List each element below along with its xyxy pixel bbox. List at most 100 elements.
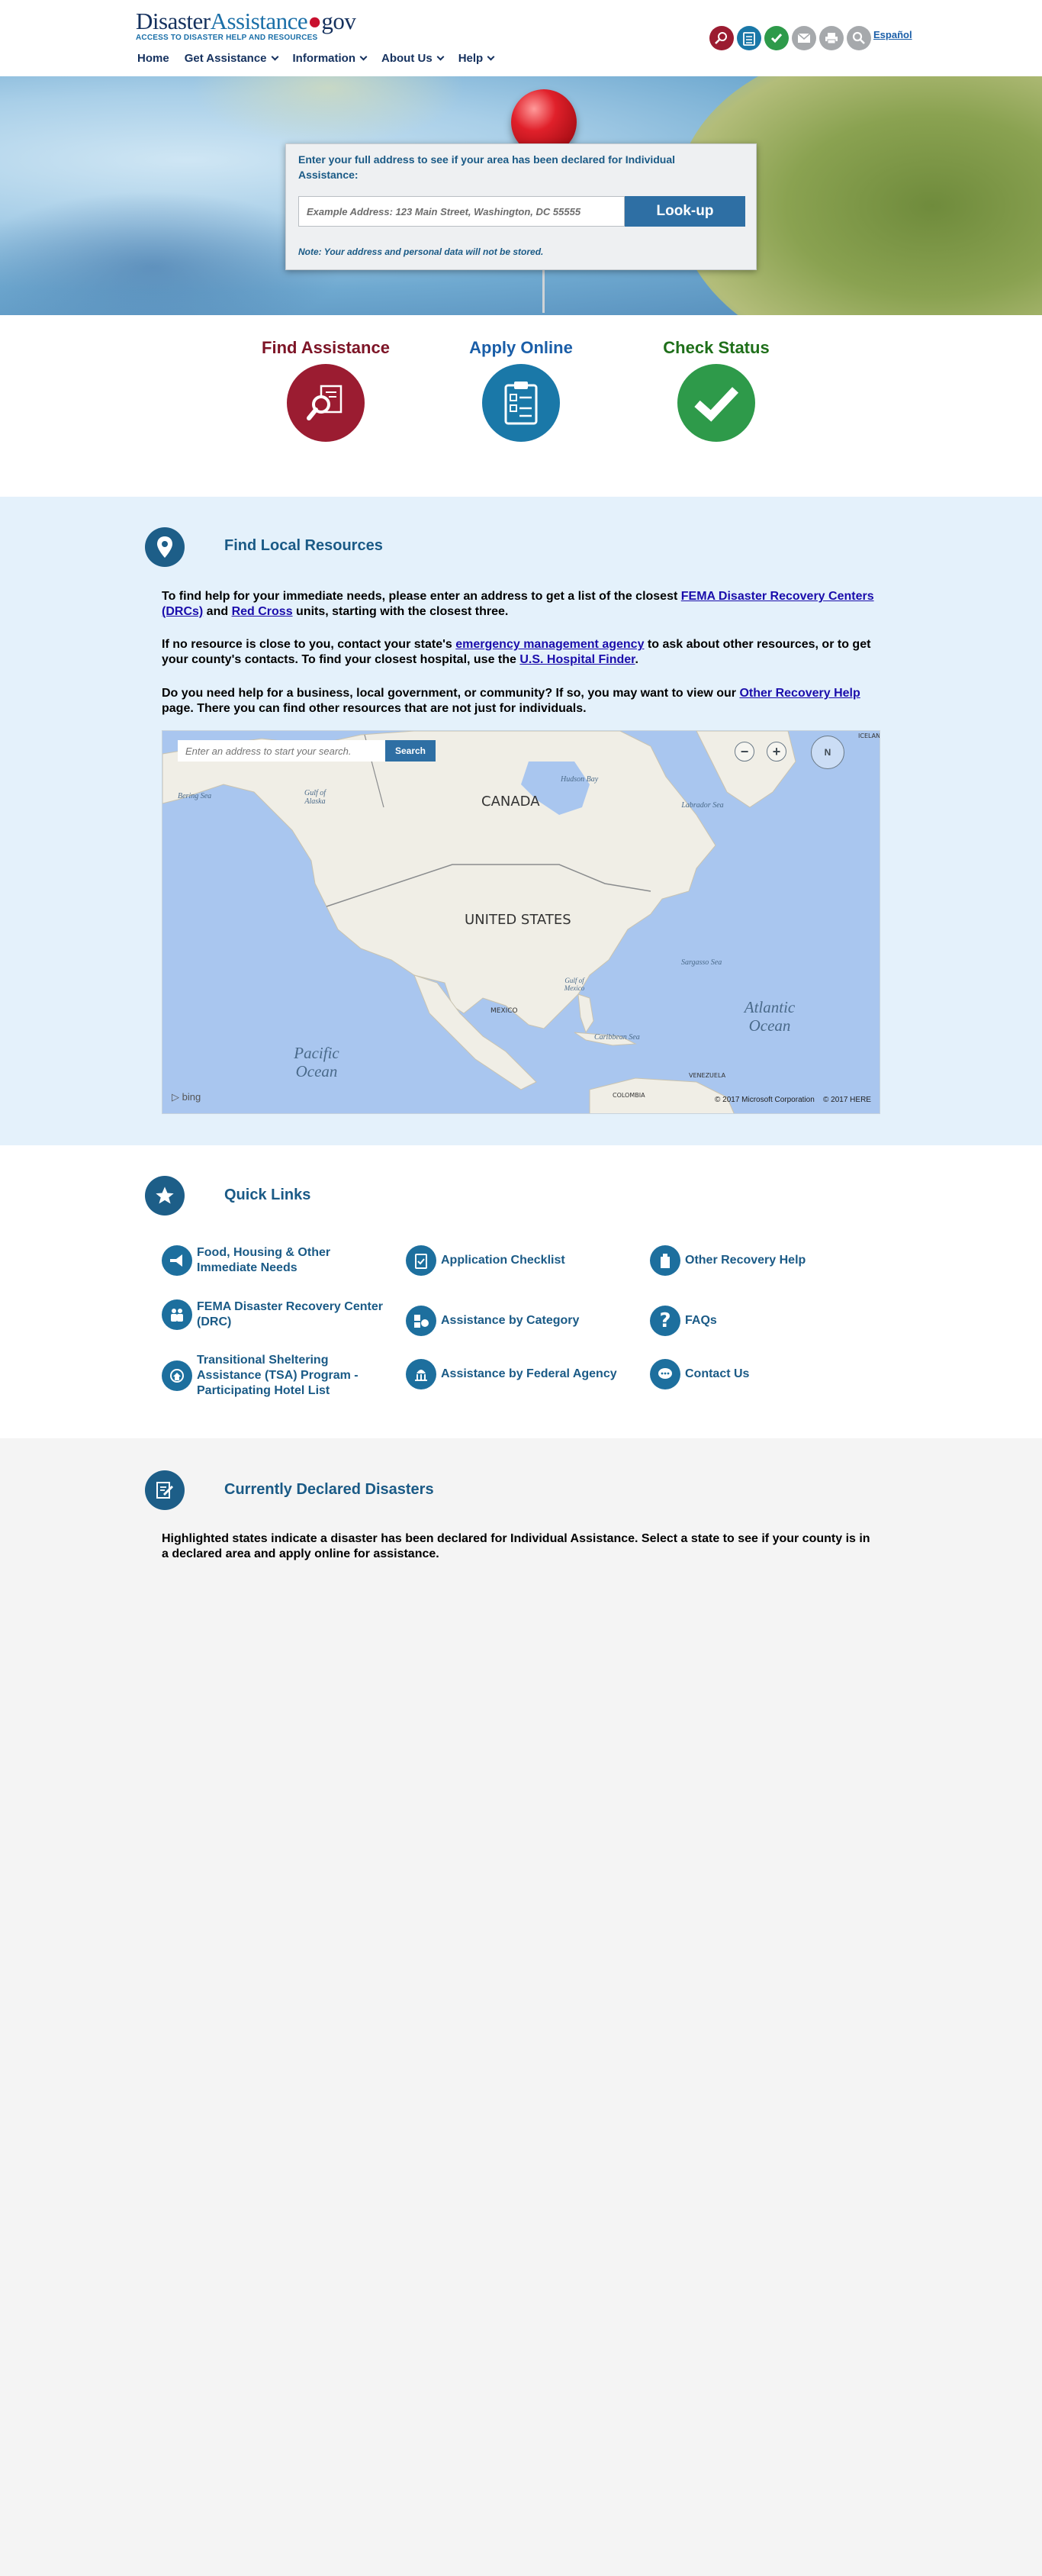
map-label-colombia: COLOMBIA	[613, 1092, 645, 1099]
find-assistance-icon[interactable]	[709, 26, 734, 50]
nav-get-assistance[interactable]: Get Assistance	[185, 52, 278, 65]
search-icon[interactable]	[847, 26, 871, 50]
quick-links-section: Quick Links Food, Housing & Other Immedi…	[0, 1145, 1042, 1438]
map-copyright-microsoft: © 2017 Microsoft Corporation	[715, 1096, 815, 1104]
map-label-sargasso-sea: Sargasso Sea	[681, 958, 722, 967]
quick-link-tsa-program[interactable]: Transitional Sheltering Assistance (TSA)…	[162, 1353, 391, 1399]
emergency-management-agency-link[interactable]: emergency management agency	[455, 638, 644, 651]
shelter-icon	[162, 1360, 192, 1391]
category-icon	[406, 1306, 436, 1336]
chevron-down-icon	[271, 53, 278, 61]
site-header: DisasterAssistance●gov ACCESS TO DISASTE…	[0, 0, 1042, 76]
logo-part-disaster: Disaster	[136, 8, 211, 34]
quick-link-label: Transitional Sheltering Assistance (TSA)…	[197, 1354, 359, 1397]
nav-get-assistance-label: Get Assistance	[184, 52, 267, 65]
zoom-out-icon[interactable]: −	[735, 742, 754, 762]
quick-link-food-housing[interactable]: Food, Housing & Other Immediate Needs	[162, 1245, 391, 1276]
quick-link-faqs[interactable]: ? FAQs	[650, 1306, 879, 1336]
espanol-link[interactable]: Español	[873, 29, 912, 40]
map-label-venezuela: VENEZUELA	[689, 1072, 726, 1079]
hospital-finder-link[interactable]: U.S. Hospital Finder	[519, 653, 635, 666]
local-paragraph-3: Do you need help for a business, local g…	[162, 686, 879, 716]
print-icon[interactable]	[819, 26, 844, 50]
compass-label: N	[824, 747, 831, 758]
quick-link-other-recovery-help[interactable]: Other Recovery Help	[650, 1245, 879, 1276]
zoom-in-icon[interactable]: +	[767, 742, 786, 762]
lookup-prompt: Enter your full address to see if your a…	[298, 153, 676, 181]
compass-icon[interactable]: N	[811, 736, 844, 769]
address-input[interactable]	[298, 196, 625, 227]
check-status-action[interactable]: Check Status	[625, 338, 808, 442]
check-status-icon[interactable]	[764, 26, 789, 50]
star-icon	[145, 1176, 185, 1216]
map-label-labrador-sea: Labrador Sea	[681, 801, 724, 810]
map-label-iceland: ICELAND	[858, 733, 880, 739]
nav-about-us[interactable]: About Us	[381, 52, 445, 65]
nav-information-label: Information	[292, 52, 356, 65]
quick-link-label: Assistance by Category	[441, 1314, 580, 1327]
quick-link-label: FEMA Disaster Recovery Center (DRC)	[197, 1300, 383, 1328]
quick-link-assistance-by-category[interactable]: Assistance by Category	[406, 1306, 635, 1336]
primary-actions: Find Assistance Apply Online Check Statu…	[0, 315, 1042, 497]
email-icon[interactable]	[792, 26, 816, 50]
p1-text-a: To find help for your immediate needs, p…	[162, 590, 681, 603]
quick-link-label: Assistance by Federal Agency	[441, 1367, 617, 1380]
nav-information[interactable]: Information	[292, 52, 368, 65]
find-assistance-icon[interactable]	[287, 364, 365, 442]
apply-online-icon[interactable]	[737, 26, 761, 50]
privacy-note: Note: Your address and personal data wil…	[298, 246, 544, 257]
find-assistance-action[interactable]: Find Assistance	[234, 338, 417, 442]
address-lookup-panel: Enter your full address to see if your a…	[285, 143, 757, 270]
quick-link-label: Contact Us	[685, 1367, 750, 1380]
logo-wordmark: DisasterAssistance●gov	[136, 8, 356, 35]
map-copyright-here: © 2017 HERE	[823, 1096, 871, 1104]
logo-part-assistance: Assistance	[210, 8, 308, 34]
find-assistance-label: Find Assistance	[262, 338, 390, 357]
people-icon	[162, 1299, 192, 1330]
location-pin-icon	[145, 527, 185, 567]
building-icon	[650, 1245, 680, 1276]
red-cross-link[interactable]: Red Cross	[232, 605, 293, 618]
nav-help[interactable]: Help	[458, 52, 495, 65]
document-edit-icon	[145, 1470, 185, 1510]
quick-link-contact-us[interactable]: Contact Us	[650, 1359, 879, 1389]
declared-disasters-title: Currently Declared Disasters	[224, 1481, 434, 1498]
p1-text-c: units, starting with the closest three.	[292, 605, 509, 618]
bing-label: bing	[182, 1091, 201, 1103]
check-status-icon[interactable]	[677, 364, 755, 442]
apply-online-action[interactable]: Apply Online	[429, 338, 613, 442]
map-label-hudson-bay: Hudson Bay	[561, 775, 599, 784]
capitol-icon	[406, 1359, 436, 1389]
megaphone-icon	[162, 1245, 192, 1276]
map-search-button[interactable]: Search	[385, 740, 436, 762]
find-local-resources-title: Find Local Resources	[224, 537, 383, 554]
map-label-bering-sea: Bering Sea	[178, 792, 212, 800]
other-recovery-help-link[interactable]: Other Recovery Help	[739, 687, 860, 700]
resource-map[interactable]: Search − + N CANADA UNITED STATES MEXICO…	[162, 730, 880, 1114]
nav-about-us-label: About Us	[381, 52, 433, 65]
declared-disasters-section: Currently Declared Disasters Highlighted…	[0, 1438, 1042, 2576]
quick-link-application-checklist[interactable]: Application Checklist	[406, 1245, 635, 1276]
map-label-gulf-alaska: Gulf of Alaska	[304, 789, 326, 806]
nav-home[interactable]: Home	[137, 52, 169, 65]
apply-online-icon[interactable]	[482, 364, 560, 442]
site-logo[interactable]: DisasterAssistance●gov ACCESS TO DISASTE…	[136, 8, 356, 42]
local-paragraph-2: If no resource is close to you, contact …	[162, 637, 879, 668]
quick-link-label: Other Recovery Help	[685, 1254, 806, 1267]
declared-disasters-text: Highlighted states indicate a disaster h…	[162, 1532, 870, 1560]
chevron-down-icon	[359, 53, 368, 61]
question-icon: ?	[650, 1306, 680, 1336]
map-label-gulf-mexico: Gulf of Mexico	[564, 977, 585, 992]
map-label-us: UNITED STATES	[465, 912, 571, 928]
chevron-down-icon	[487, 53, 495, 61]
logo-part-gov: gov	[321, 8, 356, 34]
p2-text-a: If no resource is close to you, contact …	[162, 638, 456, 651]
map-search-input[interactable]	[178, 740, 385, 762]
quick-link-assistance-by-agency[interactable]: Assistance by Federal Agency	[406, 1359, 635, 1389]
hero-map-land	[191, 76, 465, 145]
p3-text-a: Do you need help for a business, local g…	[162, 687, 740, 700]
quick-link-fema-drc[interactable]: FEMA Disaster Recovery Center (DRC)	[162, 1299, 391, 1330]
lookup-button[interactable]: Look-up	[625, 196, 745, 227]
p3-text-b: page. There you can find other resources…	[162, 702, 587, 715]
header-icon-bar	[709, 26, 871, 50]
